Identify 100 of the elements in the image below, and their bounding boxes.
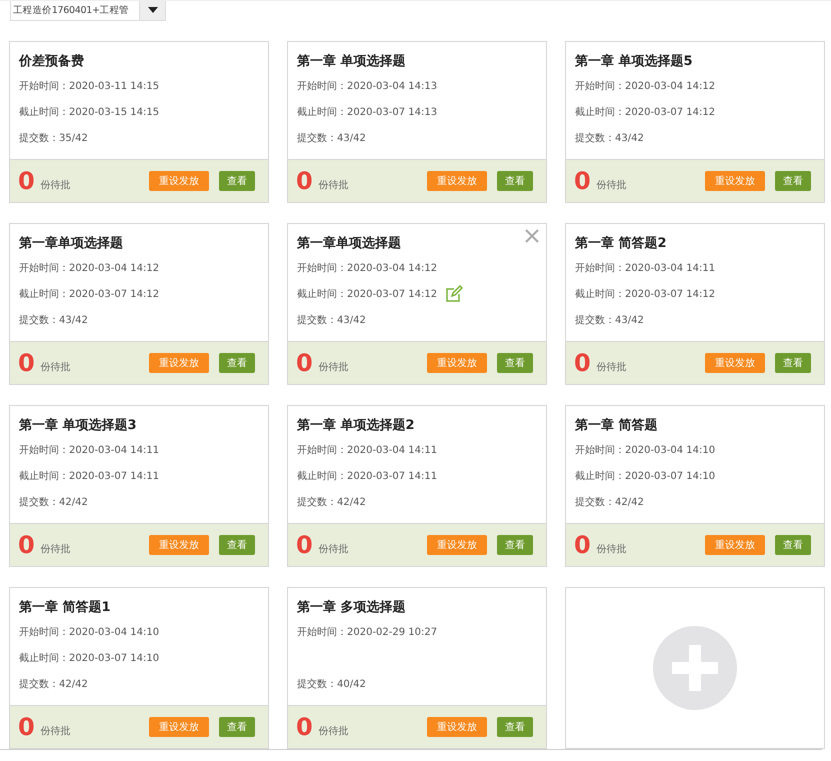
reset-button[interactable]: 重设发放	[149, 717, 209, 737]
view-button[interactable]: 查看	[497, 535, 533, 555]
end-label: 截止时间：	[19, 106, 69, 119]
pending-count: 0	[18, 715, 35, 739]
reset-button[interactable]: 重设发放	[705, 171, 765, 191]
view-button[interactable]: 查看	[497, 353, 533, 373]
pending-count: 0	[574, 533, 591, 557]
task-title: 第一章 单项选择题2	[297, 416, 415, 434]
pending-label: 份待批	[596, 360, 628, 374]
start-time: 2020-03-04 14:11	[347, 444, 438, 456]
submit-count: 43/42	[337, 314, 366, 326]
submit-count: 43/42	[615, 132, 644, 144]
edit-icon[interactable]	[445, 285, 464, 303]
pending-count: 0	[18, 533, 35, 557]
reset-button[interactable]: 重设发放	[149, 535, 209, 555]
view-button[interactable]: 查看	[219, 353, 255, 373]
end-time: 2020-03-07 14:12	[625, 288, 716, 300]
submit-count: 42/42	[59, 678, 88, 690]
add-card[interactable]	[565, 587, 825, 749]
submit-label: 提交数：	[575, 314, 615, 327]
pending-label: 份待批	[40, 724, 72, 738]
pending-count: 0	[574, 351, 591, 375]
end-time: 2020-03-07 14:12	[625, 106, 716, 118]
pending-label: 份待批	[40, 178, 72, 192]
task-title: 第一章单项选择题	[19, 234, 123, 252]
end-label: 截止时间：	[19, 652, 69, 665]
end-label: 截止时间：	[575, 470, 625, 483]
start-label: 开始时间：	[297, 626, 347, 639]
end-time: 2020-03-07 14:11	[69, 470, 160, 482]
submit-label: 提交数：	[297, 132, 337, 145]
pending-count: 0	[574, 169, 591, 193]
view-button[interactable]: 查看	[219, 717, 255, 737]
submit-label: 提交数：	[297, 678, 337, 691]
start-label: 开始时间：	[19, 262, 69, 275]
start-time: 2020-02-29 10:27	[347, 626, 438, 638]
start-label: 开始时间：	[19, 80, 69, 93]
start-label: 开始时间：	[575, 80, 625, 93]
pending-count: 0	[296, 351, 313, 375]
view-button[interactable]: 查看	[775, 353, 811, 373]
task-title: 第一章 简答题	[575, 416, 658, 434]
view-button[interactable]: 查看	[219, 171, 255, 191]
view-button[interactable]: 查看	[775, 171, 811, 191]
start-label: 开始时间：	[575, 262, 625, 275]
task-title: 第一章 多项选择题	[297, 598, 406, 616]
end-time: 2020-03-07 14:13	[347, 106, 438, 118]
task-title: 第一章 单项选择题3	[19, 416, 137, 434]
pending-label: 份待批	[318, 542, 350, 556]
submit-count: 43/42	[337, 132, 366, 144]
reset-button[interactable]: 重设发放	[705, 535, 765, 555]
reset-button[interactable]: 重设发放	[427, 171, 487, 191]
submit-label: 提交数：	[297, 314, 337, 327]
view-button[interactable]: 查看	[219, 535, 255, 555]
end-label: 截止时间：	[297, 106, 347, 119]
pending-count: 0	[18, 351, 35, 375]
submit-label: 提交数：	[19, 314, 59, 327]
end-time: 2020-03-07 14:12	[347, 288, 438, 300]
reset-button[interactable]: 重设发放	[427, 535, 487, 555]
start-time: 2020-03-04 14:10	[69, 626, 160, 638]
start-label: 开始时间：	[575, 444, 625, 457]
view-button[interactable]: 查看	[497, 717, 533, 737]
close-icon[interactable]	[525, 229, 539, 243]
start-label: 开始时间：	[297, 80, 347, 93]
submit-label: 提交数：	[19, 132, 59, 145]
pending-label: 份待批	[40, 360, 72, 374]
submit-label: 提交数：	[19, 496, 59, 509]
submit-label: 提交数：	[575, 496, 615, 509]
start-label: 开始时间：	[19, 444, 69, 457]
end-label: 截止时间：	[19, 288, 69, 301]
pending-count: 0	[18, 169, 35, 193]
add-icon[interactable]	[653, 626, 737, 710]
reset-button[interactable]: 重设发放	[705, 353, 765, 373]
class-dropdown[interactable]: 工程造价1760401+工程管	[10, 1, 166, 21]
submit-label: 提交数：	[19, 678, 59, 691]
reset-button[interactable]: 重设发放	[427, 717, 487, 737]
submit-count: 42/42	[59, 496, 88, 508]
end-time: 2020-03-07 14:12	[69, 288, 160, 300]
pending-label: 份待批	[596, 178, 628, 192]
reset-button[interactable]: 重设发放	[149, 353, 209, 373]
task-title: 价差预备费	[19, 53, 84, 70]
end-label: 截止时间：	[297, 288, 347, 301]
view-button[interactable]: 查看	[497, 171, 533, 191]
start-time: 2020-03-04 14:10	[625, 444, 716, 456]
reset-button[interactable]: 重设发放	[427, 353, 487, 373]
pending-label: 份待批	[318, 724, 350, 738]
start-time: 2020-03-04 14:13	[347, 80, 438, 92]
submit-label: 提交数：	[575, 132, 615, 145]
start-label: 开始时间：	[19, 626, 69, 639]
end-label: 截止时间：	[575, 106, 625, 119]
reset-button[interactable]: 重设发放	[149, 171, 209, 191]
view-button[interactable]: 查看	[775, 535, 811, 555]
submit-count: 43/42	[59, 314, 88, 326]
task-title: 第一章 单项选择题	[297, 52, 406, 70]
pending-label: 份待批	[318, 360, 350, 374]
start-time: 2020-03-11 14:15	[69, 80, 160, 92]
start-time: 2020-03-04 14:11	[69, 444, 160, 456]
submit-count: 42/42	[615, 496, 644, 508]
pending-count: 0	[296, 715, 313, 739]
submit-count: 35/42	[59, 132, 88, 144]
start-time: 2020-03-04 14:12	[347, 262, 438, 274]
pending-label: 份待批	[596, 542, 628, 556]
